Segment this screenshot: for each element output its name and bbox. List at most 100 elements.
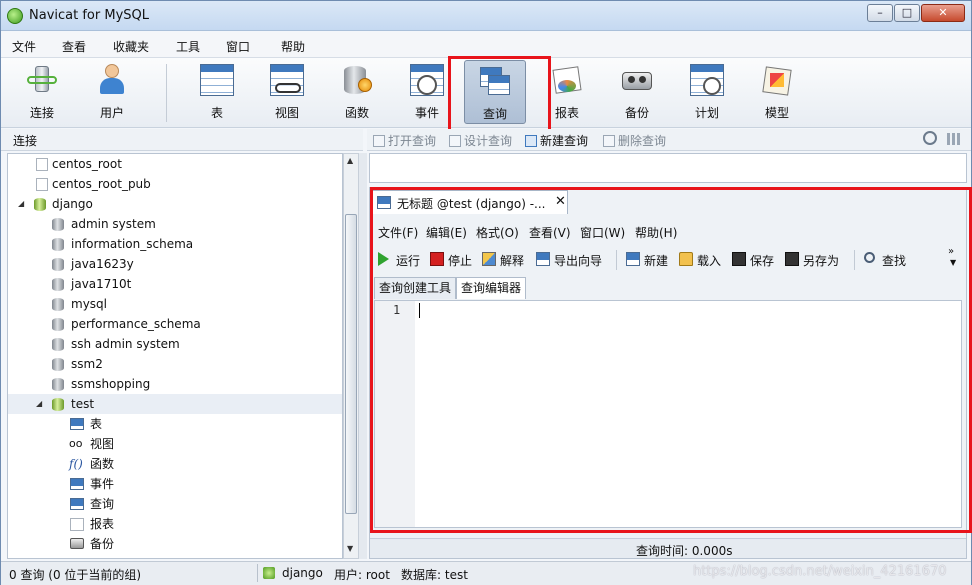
window-title: Navicat for MySQL — [29, 8, 149, 23]
minimize-button[interactable]: – — [867, 4, 893, 22]
maximize-button[interactable]: □ — [894, 4, 920, 22]
new-query-button[interactable]: 新建查询 — [525, 132, 588, 149]
grid-view-icon[interactable] — [947, 133, 961, 145]
toolbar-label: 用户 — [99, 106, 124, 120]
search-icon[interactable] — [923, 131, 937, 145]
tree-scrollbar-thumb[interactable] — [345, 214, 357, 514]
toolbar-separator — [166, 64, 167, 122]
connection-panel-title: 连接 — [13, 134, 38, 148]
toolbar-function-button[interactable]: 函数 — [326, 60, 388, 124]
tree-node-java1623y[interactable]: java1623y — [8, 254, 342, 274]
connection-tree: centos_root centos_root_pub ◢ django adm… — [7, 153, 343, 559]
query-status-bar: 查询时间: 0.000s — [370, 538, 966, 558]
database-icon — [52, 218, 64, 231]
toolbar-label: 计划 — [694, 106, 719, 120]
model-icon — [760, 64, 794, 96]
toolbar-connection-button[interactable]: 连接 — [11, 60, 73, 124]
design-query-button[interactable]: 设计查询 — [449, 132, 512, 149]
open-query-icon — [373, 135, 385, 147]
database-icon — [52, 298, 64, 311]
expand-arrow-icon[interactable]: ◢ — [18, 194, 24, 214]
tree-node-views[interactable]: oo 视图 — [8, 434, 342, 454]
menu-window[interactable]: 窗口 — [226, 38, 250, 55]
status-user: 用户: root — [334, 568, 390, 582]
tree-node-events[interactable]: 事件 — [8, 474, 342, 494]
tree-node-queries[interactable]: 查询 — [8, 494, 342, 514]
connection-open-icon — [34, 198, 46, 211]
toolbar-label: 模型 — [764, 106, 789, 120]
user-icon — [95, 64, 129, 96]
status-connection: django — [282, 566, 323, 580]
open-query-button[interactable]: 打开查询 — [373, 132, 436, 149]
delete-query-button[interactable]: 删除查询 — [603, 132, 666, 149]
event-icon — [70, 478, 84, 490]
event-icon — [410, 64, 444, 96]
connection-status-icon — [263, 567, 275, 579]
close-button[interactable]: ✕ — [921, 4, 965, 22]
tree-node-mysql[interactable]: mysql — [8, 294, 342, 314]
tree-node-performance-schema[interactable]: performance_schema — [8, 314, 342, 334]
menu-favorites[interactable]: 收藏夹 — [113, 38, 149, 55]
toolbar-view-button[interactable]: 视图 — [256, 60, 318, 124]
toolbar-label: 视图 — [274, 106, 299, 120]
toolbar-table-button[interactable]: 表 — [186, 60, 248, 124]
tree-node-java1710t[interactable]: java1710t — [8, 274, 342, 294]
table-icon — [200, 64, 234, 96]
toolbar-label: 函数 — [344, 106, 369, 120]
tree-node-ssh-admin-system[interactable]: ssh admin system — [8, 334, 342, 354]
tree-node-information-schema[interactable]: information_schema — [8, 234, 342, 254]
tree-node-centos-root[interactable]: centos_root — [8, 154, 342, 174]
status-query-count: 0 查询 (0 位于当前的组) — [9, 568, 142, 582]
tree-node-reports[interactable]: 报表 — [8, 514, 342, 534]
tree-node-test[interactable]: ◢ test — [8, 394, 342, 414]
connection-panel-header: 连接 — [1, 129, 363, 151]
menu-bar: 文件 查看 收藏夹 工具 窗口 帮助 — [1, 32, 971, 58]
table-icon — [70, 418, 84, 430]
database-icon — [52, 278, 64, 291]
menu-tools[interactable]: 工具 — [176, 38, 200, 55]
database-icon — [52, 318, 64, 331]
report-icon — [70, 518, 84, 531]
database-icon — [52, 378, 64, 391]
query-icon — [70, 498, 84, 510]
scroll-down-icon[interactable]: ▼ — [347, 544, 353, 553]
panel-splitter[interactable] — [359, 153, 367, 559]
menu-file[interactable]: 文件 — [12, 38, 36, 55]
object-list-area — [369, 153, 967, 183]
toolbar-schedule-button[interactable]: 计划 — [676, 60, 738, 124]
tree-node-django[interactable]: ◢ django — [8, 194, 342, 214]
tree-node-backups[interactable]: 备份 — [8, 534, 342, 554]
expand-arrow-icon[interactable]: ◢ — [36, 394, 42, 414]
tree-node-functions[interactable]: f() 函数 — [8, 454, 342, 474]
database-icon — [52, 338, 64, 351]
menu-view[interactable]: 查看 — [62, 38, 86, 55]
navicat-logo-icon — [7, 8, 23, 24]
connection-icon — [36, 158, 48, 171]
status-separator — [257, 564, 258, 582]
connection-icon — [36, 178, 48, 191]
backup-icon — [620, 64, 654, 96]
highlight-box-query-editor — [370, 187, 972, 533]
tree-node-centos-root-pub[interactable]: centos_root_pub — [8, 174, 342, 194]
tree-scrollbar[interactable]: ▲ ▼ — [343, 153, 359, 559]
database-icon — [52, 258, 64, 271]
view-icon — [270, 64, 304, 96]
plug-icon — [25, 64, 59, 96]
query-time: 查询时间: 0.000s — [636, 544, 733, 558]
menu-help[interactable]: 帮助 — [281, 38, 305, 55]
glasses-icon: oo — [69, 437, 83, 450]
database-icon — [52, 358, 64, 371]
toolbar-label: 表 — [210, 106, 223, 120]
schedule-icon — [690, 64, 724, 96]
toolbar-model-button[interactable]: 模型 — [746, 60, 808, 124]
scroll-up-icon[interactable]: ▲ — [347, 156, 353, 165]
toolbar-user-button[interactable]: 用户 — [81, 60, 143, 124]
delete-query-icon — [603, 135, 615, 147]
backup-icon — [70, 538, 84, 549]
highlight-box-query-tool — [448, 56, 551, 133]
tree-node-admin-system[interactable]: admin system — [8, 214, 342, 234]
tree-node-ssmshopping[interactable]: ssmshopping — [8, 374, 342, 394]
tree-node-tables[interactable]: 表 — [8, 414, 342, 434]
toolbar-backup-button[interactable]: 备份 — [606, 60, 668, 124]
tree-node-ssm2[interactable]: ssm2 — [8, 354, 342, 374]
